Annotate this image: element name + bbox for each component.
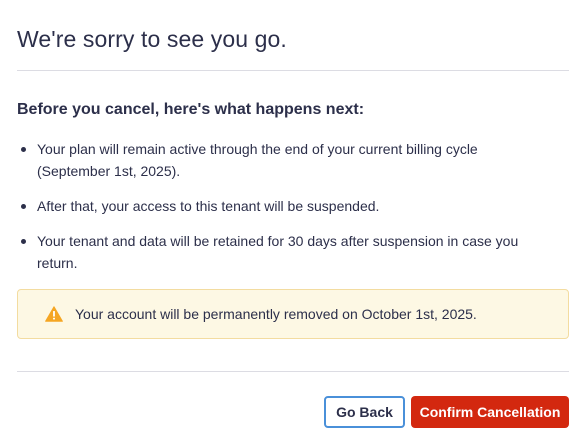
warning-text: Your account will be permanently removed… [75,306,477,322]
list-item-text: Your tenant and data will be retained fo… [37,233,519,271]
consequences-list: Your plan will remain active through the… [17,138,547,287]
bullet-icon [21,147,26,152]
list-item: After that, your access to this tenant w… [17,195,547,217]
list-item-text: Your plan will remain active through the… [37,141,478,179]
confirm-cancellation-button[interactable]: Confirm Cancellation [411,396,569,428]
warning-triangle-icon [45,306,63,322]
list-item: Your plan will remain active through the… [17,138,547,182]
cancel-subscription-dialog: We're sorry to see you go. Before you ca… [0,0,588,443]
go-back-button[interactable]: Go Back [324,396,405,428]
dialog-title: We're sorry to see you go. [17,26,287,52]
dialog-subtitle: Before you cancel, here's what happens n… [17,101,365,118]
bullet-icon [21,239,26,244]
list-item-text: After that, your access to this tenant w… [37,198,380,214]
list-item: Your tenant and data will be retained fo… [17,230,547,274]
warning-banner: Your account will be permanently removed… [17,289,569,339]
footer-divider [17,371,569,372]
header-divider [17,70,569,71]
bullet-icon [21,204,26,209]
